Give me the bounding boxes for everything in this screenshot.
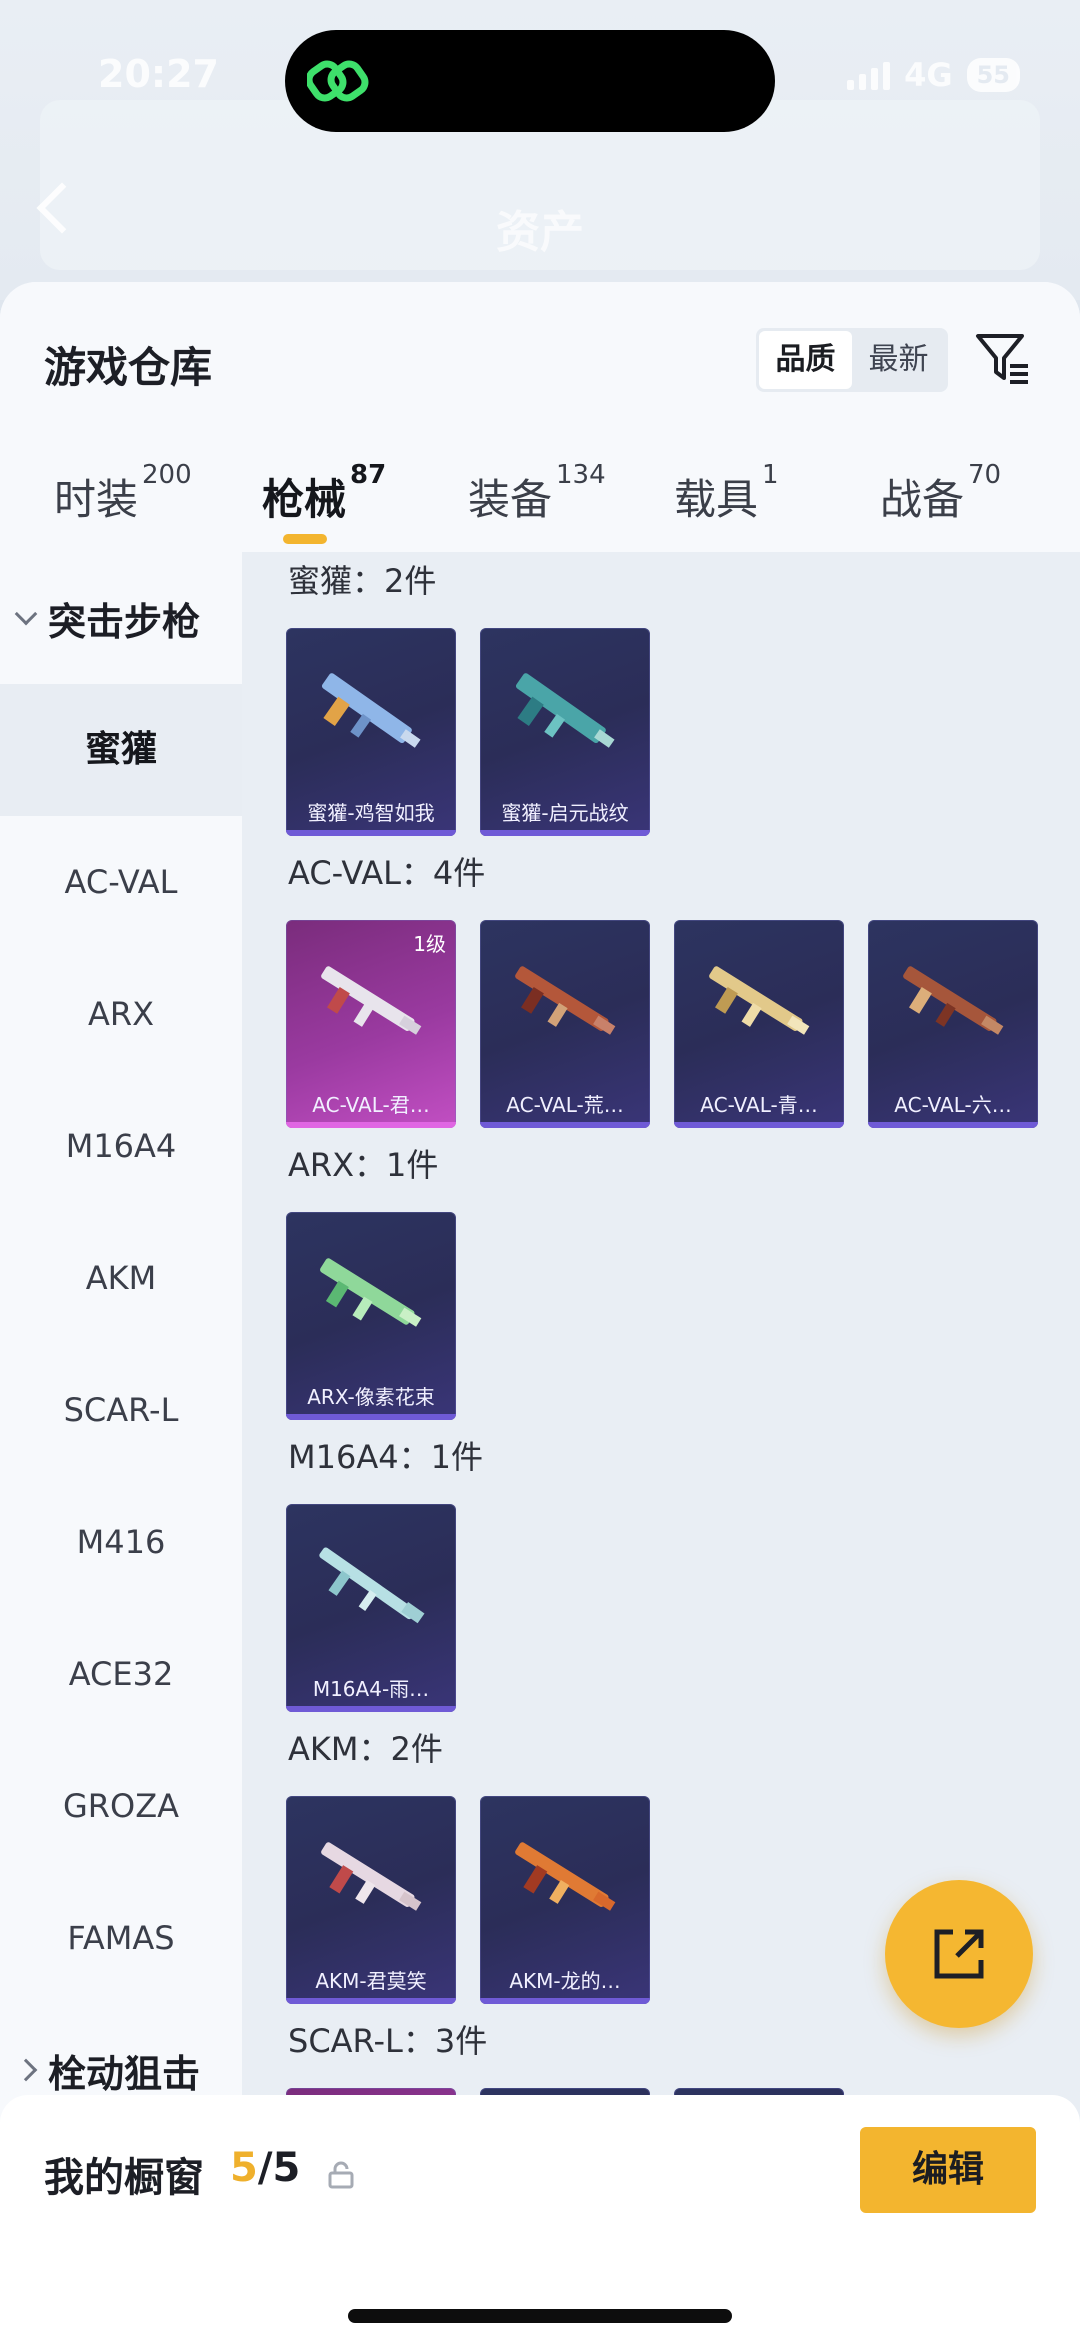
rifle-icon [515, 673, 615, 748]
tab-vehicles[interactable]: 载具 1 [674, 460, 779, 527]
skin-name: 蜜獾-鸡智如我 [307, 801, 435, 825]
skin-card[interactable]: AC-VAL-六… [868, 920, 1038, 1128]
showcase-title: 我的橱窗 [44, 2155, 204, 2201]
skin-card[interactable]: 1级 AC-VAL-君… [286, 920, 456, 1128]
showcase-bar: 我的橱窗 5/5 编辑 [0, 2095, 1080, 2341]
category-group-label: 突击步枪 [48, 599, 201, 644]
group-label: SCAR-L：3件 [288, 2022, 488, 2060]
tab-label: 装备 [468, 475, 553, 524]
tab-count: 1 [762, 460, 779, 490]
background-header: 20:27 4G 55 资产 [0, 0, 1080, 300]
skin-name: M16A4-雨… [312, 1677, 430, 1701]
rifle-icon [320, 1258, 422, 1327]
page-title: 游戏仓库 [44, 343, 213, 392]
rifle-icon [515, 966, 616, 1035]
skin-card[interactable]: AC-VAL-荒… [480, 920, 650, 1128]
tab-battle-gear[interactable]: 战备 70 [880, 460, 1001, 527]
category-item[interactable]: M416 [0, 1476, 242, 1608]
tab-count: 134 [556, 460, 606, 490]
skin-card[interactable]: AC-VAL-青… [674, 920, 844, 1128]
status-time: 20:27 [98, 52, 219, 96]
skin-name: AC-VAL-六… [894, 1093, 1012, 1117]
skin-name: AC-VAL-青… [700, 1093, 818, 1117]
category-item[interactable]: 蜜獾 [0, 684, 242, 816]
tab-firearms[interactable]: 枪械 87 [262, 460, 386, 527]
skin-card[interactable]: ARX-像素花束 [286, 1212, 456, 1420]
category-item[interactable]: M16A4 [0, 1080, 242, 1212]
warehouse-sheet: 游戏仓库 品质 最新 时装 200 枪械 87 装备 134 载具 1 战备 70 突击步… [0, 282, 1080, 2341]
rifle-icon [321, 1842, 422, 1911]
skin-card[interactable]: M16A4-雨… [286, 1504, 456, 1712]
rifle-icon [319, 1547, 425, 1624]
skin-name: AC-VAL-君… [312, 1093, 430, 1117]
tab-count: 87 [350, 460, 387, 490]
group-label: 蜜獾：2件 [288, 562, 437, 600]
showcase-current: 5 [230, 2145, 258, 2191]
tab-count: 200 [142, 460, 192, 490]
active-tab-indicator [283, 534, 327, 544]
category-item[interactable]: FAMAS [0, 1872, 242, 2004]
skin-name: AC-VAL-荒… [506, 1093, 624, 1117]
sort-newest-option[interactable]: 最新 [852, 331, 945, 389]
weapon-category-nav: 突击步枪 蜜獾 AC-VAL ARX M16A4 AKM SCAR-L M416… [0, 552, 242, 2341]
rifle-icon [515, 1842, 616, 1911]
sort-quality-option[interactable]: 品质 [759, 331, 852, 389]
showcase-max: 5 [272, 2145, 301, 2191]
signal-icon [847, 60, 891, 90]
skin-card[interactable]: AKM-君莫笑 [286, 1796, 456, 2004]
background-title: 资产 [496, 207, 584, 258]
category-item[interactable]: AKM [0, 1212, 242, 1344]
group-label: AKM：2件 [288, 1730, 443, 1768]
share-icon [934, 1929, 984, 1979]
rifle-icon [709, 966, 810, 1035]
group-label: AC-VAL：4件 [288, 854, 486, 892]
category-item[interactable]: ACE32 [0, 1608, 242, 1740]
status-indicators: 4G 55 [847, 56, 1020, 94]
category-item[interactable]: GROZA [0, 1740, 242, 1872]
network-type: 4G [904, 56, 953, 94]
tab-label: 时装 [54, 475, 139, 524]
battery-icon: 55 [966, 58, 1020, 92]
chevron-down-icon [14, 602, 38, 626]
share-button[interactable] [885, 1880, 1033, 2028]
skin-card[interactable]: 蜜獾-鸡智如我 [286, 628, 456, 836]
filter-icon[interactable] [972, 328, 1032, 388]
category-tabs: 时装 200 枪械 87 装备 134 载具 1 战备 70 [0, 460, 1080, 552]
tab-label: 载具 [674, 475, 759, 524]
edit-button[interactable]: 编辑 [860, 2127, 1036, 2213]
skin-name: ARX-像素花束 [307, 1385, 435, 1409]
group-label: ARX：1件 [288, 1146, 439, 1184]
category-group-assault-rifles[interactable]: 突击步枪 [0, 552, 242, 684]
skin-name: AKM-龙的… [509, 1969, 621, 1993]
skin-grid: 蜜獾：2件 蜜獾-鸡智如我 蜜獾-启元战纹 AC-VAL：4件 1级 AC-VA… [242, 552, 1080, 2341]
app-logo-icon [307, 60, 369, 102]
category-group-label: 栓动狙击 [48, 2051, 201, 2096]
dynamic-island [285, 30, 775, 132]
skin-name: 蜜獾-启元战纹 [501, 801, 629, 825]
tab-fashion[interactable]: 时装 200 [54, 460, 192, 527]
category-item[interactable]: ARX [0, 948, 242, 1080]
rifle-icon [321, 673, 421, 748]
showcase-separator: / [257, 2145, 273, 2191]
tab-label: 枪械 [262, 475, 347, 524]
tab-label: 战备 [880, 475, 965, 524]
category-item[interactable]: AC-VAL [0, 816, 242, 948]
sheet-header: 游戏仓库 品质 最新 时装 200 枪械 87 装备 134 载具 1 战备 70 [0, 282, 1080, 552]
showcase-count: 5/5 [230, 2145, 300, 2191]
rifle-icon [903, 966, 1004, 1035]
skin-card[interactable]: 蜜獾-启元战纹 [480, 628, 650, 836]
home-indicator [348, 2309, 732, 2323]
lock-icon [328, 2161, 354, 2189]
rifle-icon [321, 966, 422, 1035]
group-label: M16A4：1件 [288, 1438, 483, 1476]
sort-toggle: 品质 最新 [756, 328, 948, 392]
category-item[interactable]: SCAR-L [0, 1344, 242, 1476]
tab-equipment[interactable]: 装备 134 [468, 460, 606, 527]
tab-count: 70 [968, 460, 1002, 490]
skin-name: AKM-君莫笑 [315, 1969, 427, 1993]
chevron-right-icon [14, 2058, 38, 2082]
skin-card[interactable]: AKM-龙的… [480, 1796, 650, 2004]
